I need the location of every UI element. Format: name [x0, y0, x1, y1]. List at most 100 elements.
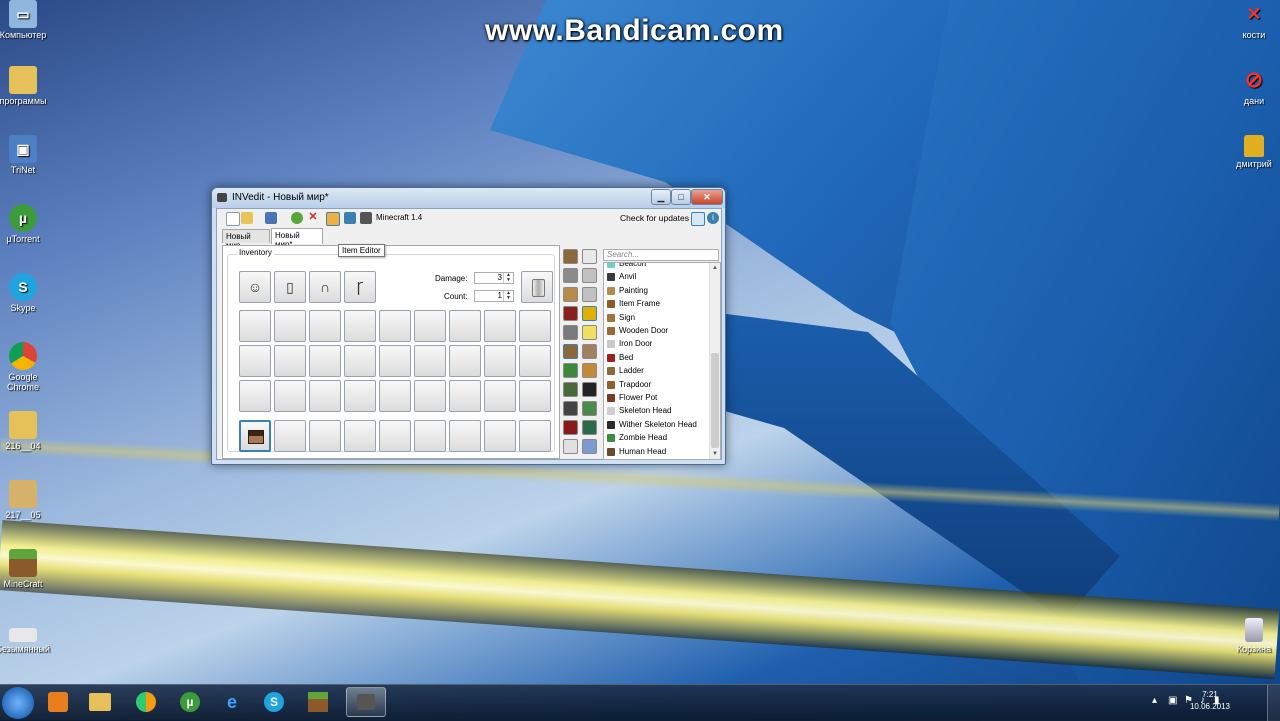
item-list-entry[interactable]: Zombie Head	[604, 431, 708, 444]
inventory-slot[interactable]	[309, 345, 341, 377]
item-list-entry[interactable]: Item Frame	[604, 297, 708, 310]
armor-slot-helmet[interactable]: ☺	[239, 271, 271, 303]
armor-slot-boots[interactable]: Ꞅ	[344, 271, 376, 303]
inventory-slot[interactable]	[379, 345, 411, 377]
new-file-icon[interactable]	[226, 212, 240, 226]
inventory-slot[interactable]	[274, 345, 306, 377]
hotbar-slot[interactable]	[344, 420, 376, 452]
trash-slot[interactable]	[521, 271, 553, 303]
category-button[interactable]	[582, 363, 597, 378]
invedit-taskbar-item[interactable]	[346, 687, 386, 717]
desktop-icon-programs[interactable]: программы	[0, 66, 53, 106]
category-button[interactable]	[582, 287, 597, 302]
browser-icon[interactable]	[130, 687, 162, 717]
desktop-icon-217[interactable]: 217__05	[0, 480, 53, 520]
item-list-entry[interactable]: Ladder	[604, 364, 708, 377]
show-desktop-button[interactable]	[1267, 685, 1280, 721]
inventory-slot[interactable]	[484, 345, 516, 377]
desktop-icon-untitled[interactable]: Безымянный	[0, 618, 53, 654]
hotbar-slot[interactable]	[449, 420, 481, 452]
category-button[interactable]	[582, 268, 597, 283]
desktop-icon-dani[interactable]: ⊘ дани	[1224, 66, 1280, 106]
category-button[interactable]	[563, 249, 578, 264]
title-bar[interactable]: INVedit - Новый мир* ▁ □ ✕	[212, 188, 725, 208]
inventory-slot[interactable]	[414, 380, 446, 412]
desktop-icon-trinet[interactable]: ▣ TriNet	[0, 135, 53, 175]
open-folder-icon[interactable]	[241, 212, 253, 224]
item-list-entry[interactable]: Human Head	[604, 445, 708, 458]
updates-icon[interactable]	[691, 212, 705, 226]
inventory-slot[interactable]	[484, 380, 516, 412]
category-button[interactable]	[563, 420, 578, 435]
desktop-icon-dmitriy[interactable]: дмитрий	[1224, 135, 1280, 169]
close-button[interactable]: ✕	[691, 189, 723, 205]
tray-arrow-icon[interactable]: ▴	[1152, 695, 1157, 706]
tab-world-1[interactable]: Новый мир	[222, 229, 270, 250]
item-list-entry[interactable]: Skeleton Head	[604, 404, 708, 417]
start-button[interactable]	[2, 687, 34, 719]
category-button[interactable]	[563, 439, 578, 454]
book-icon[interactable]	[344, 212, 356, 224]
minecraft-icon[interactable]	[302, 687, 334, 717]
item-list-entry[interactable]: Sign	[604, 311, 708, 324]
item-list-entry[interactable]: Bed	[604, 351, 708, 364]
inventory-slot[interactable]	[379, 310, 411, 342]
item-list-entry[interactable]: Flower Pot	[604, 391, 708, 404]
damage-spinner[interactable]: 3 ▲ ▼	[474, 272, 514, 284]
inventory-slot[interactable]	[344, 310, 376, 342]
item-editor-icon[interactable]	[326, 212, 340, 226]
category-button[interactable]	[582, 344, 597, 359]
item-list-scrollbar[interactable]: ▲ ▼	[709, 263, 720, 459]
inventory-slot[interactable]	[379, 380, 411, 412]
inventory-slot[interactable]	[484, 310, 516, 342]
item-list-entry[interactable]: Wither Skeleton Head	[604, 418, 708, 431]
category-button[interactable]	[563, 306, 578, 321]
skype-icon[interactable]: S	[258, 687, 290, 717]
inventory-slot[interactable]	[449, 380, 481, 412]
desktop-icon-216[interactable]: 216__04	[0, 411, 53, 451]
category-button[interactable]	[563, 363, 578, 378]
inventory-slot[interactable]	[519, 380, 551, 412]
desktop-icon-recycle-bin[interactable]: Корзина	[1224, 618, 1280, 654]
item-list-entry[interactable]: Iron Door	[604, 337, 708, 350]
item-list-entry[interactable]: Wooden Door	[604, 324, 708, 337]
category-button[interactable]	[563, 325, 578, 340]
category-button[interactable]	[582, 249, 597, 264]
category-button[interactable]	[563, 287, 578, 302]
hotbar-slot[interactable]	[414, 420, 446, 452]
info-icon[interactable]: i	[707, 212, 719, 224]
inventory-slot[interactable]	[274, 380, 306, 412]
hotbar-slot[interactable]	[484, 420, 516, 452]
hotbar-slot[interactable]	[274, 420, 306, 452]
category-button[interactable]	[582, 420, 597, 435]
category-button[interactable]	[563, 401, 578, 416]
inventory-slot[interactable]	[239, 380, 271, 412]
reload-icon[interactable]	[291, 212, 303, 224]
media-player-icon[interactable]	[42, 687, 74, 717]
desktop-icon-skype[interactable]: S Skype	[0, 273, 53, 313]
clock[interactable]: 7:21 10.06.2013	[1180, 689, 1240, 713]
inventory-slot[interactable]	[344, 380, 376, 412]
delete-icon[interactable]: ✕	[307, 212, 319, 224]
inventory-slot[interactable]	[519, 310, 551, 342]
explorer-icon[interactable]	[84, 687, 116, 717]
item-list-entry[interactable]: Anvil	[604, 270, 708, 283]
category-button[interactable]	[582, 382, 597, 397]
minimize-button[interactable]: ▁	[651, 189, 671, 205]
spinner-arrows-icon[interactable]: ▲ ▼	[503, 291, 513, 301]
category-button[interactable]	[582, 401, 597, 416]
version-label[interactable]: Minecraft 1.4	[376, 213, 422, 222]
category-button[interactable]	[563, 344, 578, 359]
scroll-down-icon[interactable]: ▼	[710, 449, 720, 459]
category-button[interactable]	[582, 306, 597, 321]
hotbar-slot[interactable]	[239, 420, 271, 452]
desktop-icon-chrome[interactable]: Google Chrome	[0, 342, 53, 392]
desktop-icon-utorrent[interactable]: µ µTorrent	[0, 204, 53, 244]
inventory-slot[interactable]	[414, 310, 446, 342]
item-list-entry[interactable]: Creeper Head	[604, 458, 708, 459]
hotbar-slot[interactable]	[519, 420, 551, 452]
spinner-arrows-icon[interactable]: ▲ ▼	[503, 273, 513, 283]
desktop-icon-minecraft[interactable]: MineCraft	[0, 549, 53, 589]
inventory-slot[interactable]	[449, 310, 481, 342]
desktop-icon-computer[interactable]: ▭ Компьютер	[0, 0, 53, 40]
